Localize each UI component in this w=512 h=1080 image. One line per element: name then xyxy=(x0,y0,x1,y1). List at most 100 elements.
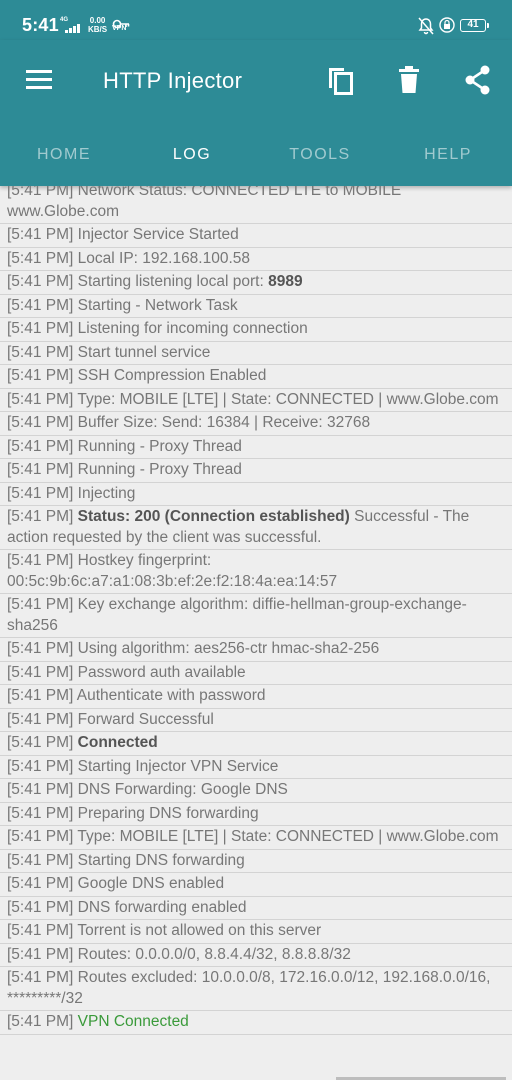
log-entry: [5:41 PM] Status: 200 (Connection establ… xyxy=(0,506,512,550)
log-entry: [5:41 PM] Connected xyxy=(0,732,512,756)
log-timestamp: [5:41 PM] xyxy=(7,875,74,892)
log-message: Running - Proxy Thread xyxy=(77,437,242,455)
log-message: Starting DNS forwarding xyxy=(77,851,245,869)
log-entry: [5:41 PM] Hostkey fingerprint: 00:5c:9b:… xyxy=(0,550,512,594)
log-entry: [5:41 PM] Torrent is not allowed on this… xyxy=(0,920,512,944)
battery-tip xyxy=(487,23,489,28)
log-entry: [5:41 PM] Type: MOBILE [LTE] | State: CO… xyxy=(0,389,512,412)
log-timestamp: [5:41 PM] xyxy=(7,461,74,478)
log-entry: [5:41 PM] Routes excluded: 10.0.0.0/8, 1… xyxy=(0,967,512,1011)
log-entry: [5:41 PM] VPN Connected xyxy=(0,1011,512,1035)
log-timestamp: [5:41 PM] xyxy=(7,596,74,613)
log-entry: [5:41 PM] SSH Compression Enabled xyxy=(0,365,512,389)
log-message: Key exchange algorithm: diffie-hellman-g… xyxy=(7,596,467,634)
log-timestamp: [5:41 PM] xyxy=(7,922,74,939)
log-message: SSH Compression Enabled xyxy=(77,367,267,384)
log-timestamp: [5:41 PM] xyxy=(7,296,74,314)
log-message: Starting - Network Task xyxy=(77,296,238,314)
log-list[interactable]: [5:41 PM] Network Status: CONNECTED LTE … xyxy=(0,186,512,1080)
log-entry: [5:41 PM] Local IP: 192.168.100.58 xyxy=(0,248,512,271)
tab-help[interactable]: HELP xyxy=(384,146,512,164)
log-message: Injecting xyxy=(77,484,136,502)
log-message: Authenticate with password xyxy=(76,687,266,704)
log-entry: [5:41 PM] Running - Proxy Thread xyxy=(0,459,512,483)
log-message: DNS Forwarding: Google DNS xyxy=(77,781,288,798)
tab-bar: HOME LOG TOOLS HELP xyxy=(0,136,512,186)
battery-icon: 41 xyxy=(460,19,486,32)
log-entry: [5:41 PM] Preparing DNS forwarding xyxy=(0,803,512,826)
log-message: Starting Injector VPN Service xyxy=(77,757,279,775)
log-message: Using algorithm: aes256-ctr hmac-sha2-25… xyxy=(77,640,380,657)
speed-unit: KB/S xyxy=(88,25,108,34)
log-timestamp: [5:41 PM] xyxy=(7,781,74,798)
log-message: Forward Successful xyxy=(77,710,214,728)
log-entry: [5:41 PM] DNS forwarding enabled xyxy=(0,897,512,920)
log-timestamp: [5:41 PM] xyxy=(7,414,74,431)
log-entry: [5:41 PM] Type: MOBILE [LTE] | State: CO… xyxy=(0,826,512,850)
log-highlight: Status: 200 (Connection established) xyxy=(77,508,350,525)
log-entry: [5:41 PM] Running - Proxy Thread xyxy=(0,436,512,459)
log-timestamp: [5:41 PM] xyxy=(7,851,74,869)
app-title: HTTP Injector xyxy=(103,68,243,93)
speed-value: 0.00 xyxy=(89,16,106,25)
log-entry: [5:41 PM] Injecting xyxy=(0,483,512,506)
log-timestamp: [5:41 PM] xyxy=(7,508,74,525)
app-bar: HTTP Injector HOME LOG TOOLS HELP xyxy=(0,40,512,186)
log-message: Starting listening local port: xyxy=(77,273,264,290)
log-message: Buffer Size: Send: 16384 | Receive: 3276… xyxy=(77,414,371,431)
log-timestamp: [5:41 PM] xyxy=(7,437,74,455)
status-time: 5:41 xyxy=(22,15,59,35)
log-entry: [5:41 PM] Forward Successful xyxy=(0,709,512,732)
log-entry: [5:41 PM] Starting listening local port:… xyxy=(0,271,512,295)
log-timestamp: [5:41 PM] xyxy=(7,249,74,267)
signal-icon: 4G xyxy=(60,17,82,35)
log-entry: [5:41 PM] Routes: 0.0.0.0/0, 8.8.4.4/32,… xyxy=(0,944,512,967)
log-timestamp: [5:41 PM] xyxy=(7,640,74,657)
log-timestamp: [5:41 PM] xyxy=(7,898,74,916)
log-timestamp: [5:41 PM] xyxy=(7,186,74,199)
log-timestamp: [5:41 PM] xyxy=(7,552,74,569)
log-entry: [5:41 PM] Authenticate with password xyxy=(0,685,512,709)
share-icon[interactable] xyxy=(460,62,496,98)
log-message: Routes excluded: 10.0.0.0/8, 172.16.0.0/… xyxy=(7,969,491,1007)
log-message: Listening for incoming connection xyxy=(77,320,308,337)
log-entry: [5:41 PM] Network Status: CONNECTED LTE … xyxy=(0,186,512,224)
trash-icon[interactable] xyxy=(391,62,427,98)
log-timestamp: [5:41 PM] xyxy=(7,734,74,751)
log-message: Injector Service Started xyxy=(77,226,239,243)
menu-icon[interactable] xyxy=(26,68,54,92)
log-entry: [5:41 PM] Password auth available xyxy=(0,662,512,685)
log-highlight: Connected xyxy=(77,734,158,751)
log-timestamp: [5:41 PM] xyxy=(7,757,74,775)
log-timestamp: [5:41 PM] xyxy=(7,945,74,963)
log-entry: [5:41 PM] Injector Service Started xyxy=(0,224,512,248)
log-message: Preparing DNS forwarding xyxy=(77,804,259,822)
log-message: Local IP: 192.168.100.58 xyxy=(77,249,251,267)
log-message: Start tunnel service xyxy=(77,343,211,361)
log-timestamp: [5:41 PM] xyxy=(7,367,74,384)
log-entry: [5:41 PM] Buffer Size: Send: 16384 | Rec… xyxy=(0,412,512,436)
log-timestamp: [5:41 PM] xyxy=(7,1013,74,1030)
log-message: Torrent is not allowed on this server xyxy=(77,922,322,939)
log-message: Type: MOBILE [LTE] | State: CONNECTED | … xyxy=(77,390,499,408)
tab-tools[interactable]: TOOLS xyxy=(256,146,384,164)
log-entry: [5:41 PM] Start tunnel service xyxy=(0,342,512,365)
tab-log[interactable]: LOG xyxy=(128,146,256,164)
log-entry: [5:41 PM] Starting DNS forwarding xyxy=(0,850,512,873)
log-timestamp: [5:41 PM] xyxy=(7,969,74,986)
log-message: Type: MOBILE [LTE] | State: CONNECTED | … xyxy=(77,828,499,845)
log-timestamp: [5:41 PM] xyxy=(7,828,74,845)
log-entry: [5:41 PM] Listening for incoming connect… xyxy=(0,318,512,342)
tab-home[interactable]: HOME xyxy=(0,146,128,164)
copy-icon[interactable] xyxy=(323,62,359,98)
network-type-label: 4G xyxy=(60,17,69,23)
log-entry: [5:41 PM] Starting - Network Task xyxy=(0,295,512,318)
log-entry: [5:41 PM] DNS Forwarding: Google DNS xyxy=(0,779,512,803)
lock-rotation-icon xyxy=(439,17,455,33)
log-message: Password auth available xyxy=(77,663,246,681)
log-message: Google DNS enabled xyxy=(77,875,225,892)
log-timestamp: [5:41 PM] xyxy=(7,687,74,704)
log-entry: [5:41 PM] Starting Injector VPN Service xyxy=(0,756,512,779)
log-status-green: VPN Connected xyxy=(77,1013,189,1030)
log-message: DNS forwarding enabled xyxy=(77,898,247,916)
